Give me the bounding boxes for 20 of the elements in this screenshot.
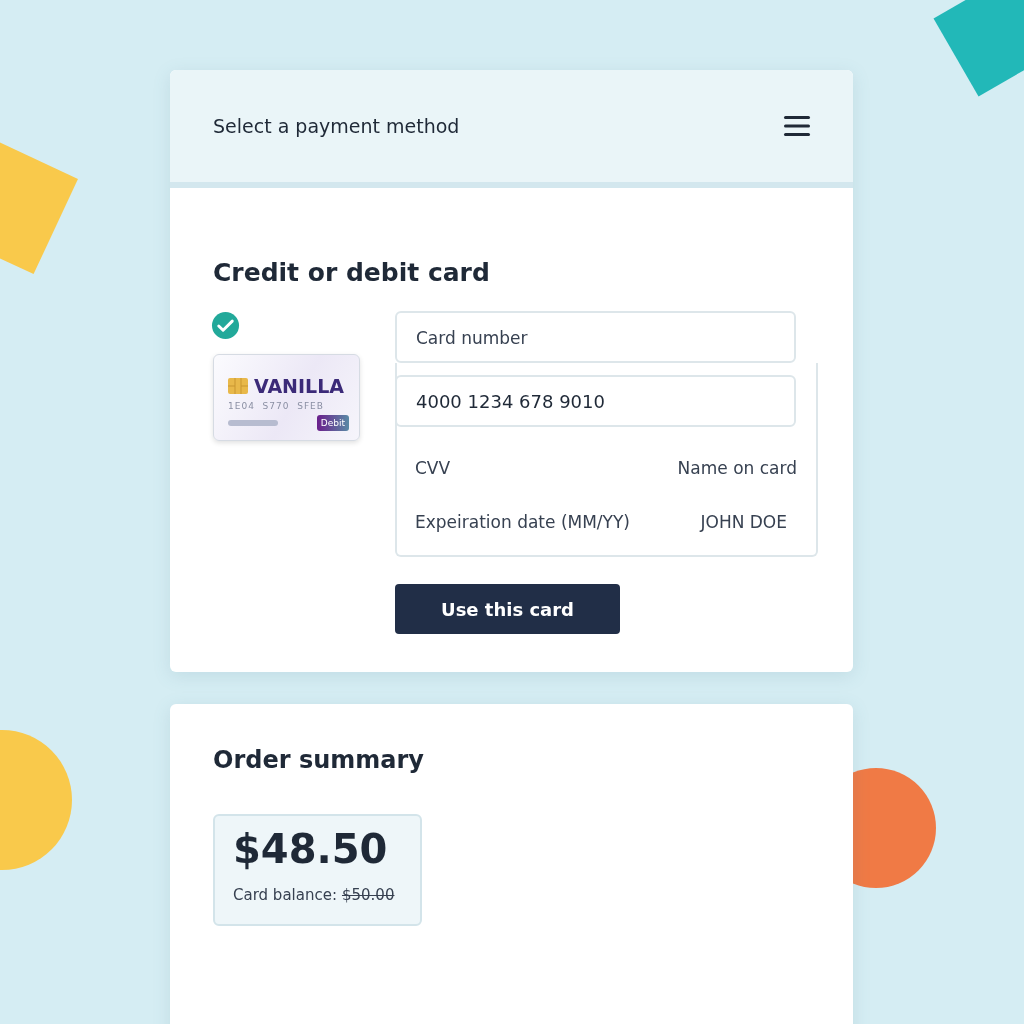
field-label: Expeiration date (MM/YY) (415, 512, 630, 532)
amount: $48.50 (233, 826, 389, 872)
card-number: 1E04 S770 SFEB (228, 401, 325, 411)
field-label: JOHN DOE (700, 512, 788, 532)
page-title: Select a payment method (213, 115, 460, 137)
card-brand: VANILLA (254, 375, 344, 397)
field-label: Name on card (677, 458, 797, 478)
field-label: CVV (415, 458, 451, 478)
input-field[interactable]: Card number (395, 311, 796, 363)
card-image[interactable]: VANILLA 1E04 S770 SFEB Debit (213, 354, 360, 441)
input-field[interactable]: 4000 1234 678 9010 (395, 375, 796, 427)
section-title: Order summary (213, 746, 425, 774)
section-title: Credit or debit card (213, 258, 491, 287)
use-card-button[interactable]: Use this card (395, 584, 620, 634)
card-stripe (228, 420, 278, 426)
card-type-label: Debit (316, 415, 349, 431)
balance-label: Card balance: (233, 886, 337, 904)
menu-icon[interactable] (783, 114, 811, 138)
balance-value: $50.00 (341, 886, 395, 904)
chip-icon (228, 378, 248, 394)
